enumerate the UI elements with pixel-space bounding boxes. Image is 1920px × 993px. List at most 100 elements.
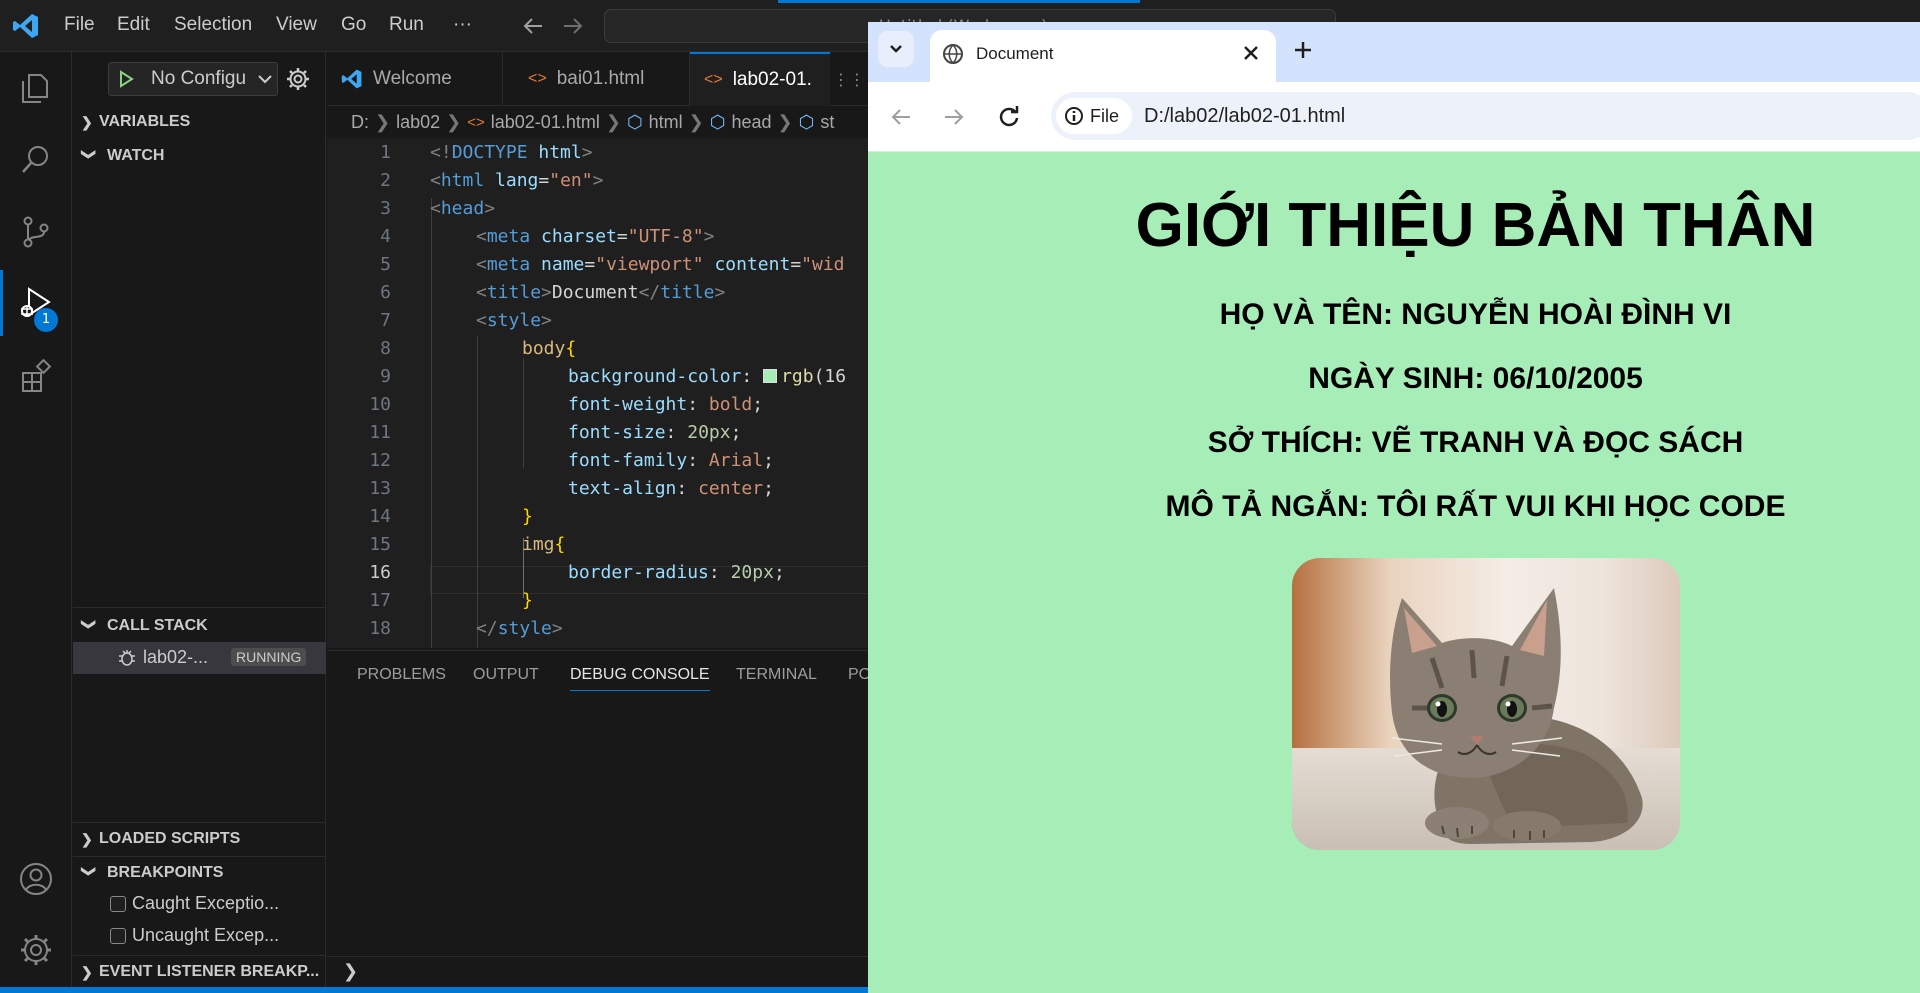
loaded-scripts-label: LOADED SCRIPTS — [99, 830, 241, 847]
menu-go[interactable]: Go — [341, 14, 366, 36]
watch-section[interactable]: ❯ WATCH — [73, 140, 326, 172]
vscode-logo-icon — [341, 68, 363, 90]
tab-debug-console[interactable]: DEBUG CONSOLE — [570, 666, 710, 691]
menu-view[interactable]: View — [276, 14, 317, 36]
close-icon[interactable] — [1242, 44, 1260, 62]
reload-icon[interactable] — [997, 105, 1021, 129]
session-name: lab02-... — [143, 647, 209, 667]
page-heading: GIỚI THIỆU BẢN THÂN — [1135, 191, 1816, 260]
breadcrumb-item[interactable]: D: — [351, 112, 369, 133]
breadcrumb-item[interactable]: lab02 — [396, 112, 440, 133]
activity-bar — [0, 52, 72, 993]
page-hobby-line: SỞ THÍCH: VẼ TRANH VÀ ĐỌC SÁCH — [1207, 426, 1744, 459]
call-stack-session[interactable]: lab02-... RUNNING — [73, 642, 326, 674]
tab-bai01[interactable]: <> bai01.html — [514, 52, 690, 106]
extensions-icon[interactable] — [14, 354, 58, 398]
line-number: 5 — [380, 254, 391, 275]
breakpoint-uncaught-label: Uncaught Excep... — [132, 925, 280, 945]
source-control-icon[interactable] — [14, 210, 58, 254]
webpage-content: GIỚI THIỆU BẢN THÂN HỌ VÀ TÊN: NGUYỄN HO… — [868, 152, 1920, 993]
breadcrumb-item[interactable]: lab02-01.html — [491, 112, 600, 133]
manage-gear-icon[interactable] — [14, 928, 58, 972]
line-number: 17 — [369, 590, 391, 611]
variables-label: VARIABLES — [99, 113, 191, 130]
breakpoints-section[interactable]: ❯ BREAKPOINTS — [73, 857, 326, 889]
tab-problems[interactable]: PROBLEMS — [357, 666, 446, 684]
back-arrow-icon[interactable] — [522, 16, 544, 36]
page-desc-line: MÔ TẢ NGẮN: TÔI RẤT VUI KHI HỌC CODE — [1165, 490, 1786, 523]
breakpoints-label: BREAKPOINTS — [107, 864, 224, 881]
tab-search-button[interactable] — [878, 31, 914, 67]
breakpoint-uncaught[interactable]: Uncaught Excep... — [110, 925, 279, 946]
site-info-chip[interactable]: File — [1056, 98, 1132, 134]
chevron-right-icon: ❯ — [343, 961, 359, 982]
search-icon[interactable] — [14, 138, 58, 182]
event-listener-section[interactable]: ❯ EVENT LISTENER BREAKP... — [73, 956, 326, 988]
chevron-right-icon: ❯ — [81, 113, 93, 130]
file-chip-label: File — [1090, 105, 1120, 126]
progress-bar — [778, 0, 1140, 3]
indent-guide — [523, 358, 524, 468]
chevron-down-icon: ❯ — [81, 865, 98, 877]
checkbox[interactable] — [110, 895, 126, 912]
code-line: <html lang="en"> — [430, 170, 604, 191]
globe-icon — [942, 43, 964, 65]
call-stack-section[interactable]: ❯ CALL STACK — [73, 610, 326, 642]
status-badge: RUNNING — [231, 648, 307, 666]
code-line: body{ — [522, 338, 577, 359]
code-editor[interactable]: 1 2 3 4 5 6 7 8 9 10 11 12 13 14 15 16 1… — [327, 138, 868, 648]
html-file-icon: <> — [467, 113, 485, 131]
line-number: 7 — [380, 310, 391, 331]
code-line: </style> — [476, 618, 563, 639]
color-swatch[interactable] — [763, 369, 778, 383]
line-number: 11 — [369, 422, 391, 443]
url-text[interactable]: D:/lab02/lab02-01.html — [1144, 105, 1345, 128]
menu-run[interactable]: Run — [389, 14, 424, 36]
back-arrow-icon[interactable] — [890, 106, 912, 128]
debug-console-input[interactable]: ❯ — [327, 956, 868, 987]
start-debug-icon[interactable] — [117, 70, 135, 88]
account-icon[interactable] — [14, 857, 58, 901]
menu-selection[interactable]: Selection — [174, 14, 252, 36]
forward-arrow-icon[interactable] — [943, 106, 965, 128]
run-config-dropdown[interactable]: No Configu — [108, 62, 278, 96]
line-number: 8 — [380, 338, 391, 359]
menu-more[interactable]: ··· — [453, 14, 472, 36]
tab-output[interactable]: OUTPUT — [473, 666, 539, 684]
event-listener-label: EVENT LISTENER BREAKP... — [99, 963, 320, 980]
line-number: 1 — [380, 142, 391, 163]
breadcrumb: D: ❯ lab02 ❯ <> lab02-01.html ❯ ⬡ html ❯ ⬡ head… — [351, 111, 835, 133]
line-number: 14 — [369, 506, 391, 527]
page-dob-line: NGÀY SINH: 06/10/2005 — [1308, 362, 1643, 395]
explorer-icon[interactable] — [14, 66, 58, 110]
drag-handle-icon[interactable]: ⋮⋮ — [830, 52, 868, 106]
tab-lab02-01[interactable]: <> lab02-01. — [690, 52, 830, 106]
breadcrumb-item[interactable]: html — [649, 112, 683, 133]
code-line: font-weight: bold; — [568, 394, 764, 415]
vscode-logo-icon — [12, 12, 40, 40]
breakpoint-caught[interactable]: Caught Exceptio... — [110, 893, 279, 914]
line-number: 2 — [380, 170, 391, 191]
html-file-icon: <> — [528, 70, 547, 87]
debug-settings-gear-icon[interactable] — [286, 67, 310, 91]
loaded-scripts-section[interactable]: ❯ LOADED SCRIPTS — [73, 823, 326, 855]
forward-arrow-icon[interactable] — [562, 16, 584, 36]
code-line: <!DOCTYPE html> — [430, 142, 593, 163]
code-line: } — [522, 506, 533, 527]
tab-ports[interactable]: PO — [848, 666, 868, 684]
new-tab-plus-icon[interactable] — [1293, 40, 1313, 60]
browser-tab[interactable]: Document — [930, 30, 1276, 82]
page-name-line: HỌ VÀ TÊN: NGUYỄN HOÀI ĐÌNH VI — [1219, 298, 1732, 331]
variables-section[interactable]: ❯ VARIABLES — [73, 106, 326, 138]
code-line: <meta name="viewport" content="wid — [476, 254, 845, 275]
call-stack-label: CALL STACK — [107, 617, 208, 634]
breadcrumb-item[interactable]: st — [820, 112, 834, 133]
browser-tab-title: Document — [976, 44, 1054, 63]
menu-file[interactable]: File — [64, 14, 95, 36]
tab-welcome[interactable]: Welcome — [327, 52, 503, 106]
menu-edit[interactable]: Edit — [117, 14, 150, 36]
checkbox[interactable] — [110, 927, 126, 944]
breadcrumb-item[interactable]: head — [731, 112, 771, 133]
tab-terminal[interactable]: TERMINAL — [736, 666, 817, 684]
kitten-image — [1292, 558, 1680, 850]
